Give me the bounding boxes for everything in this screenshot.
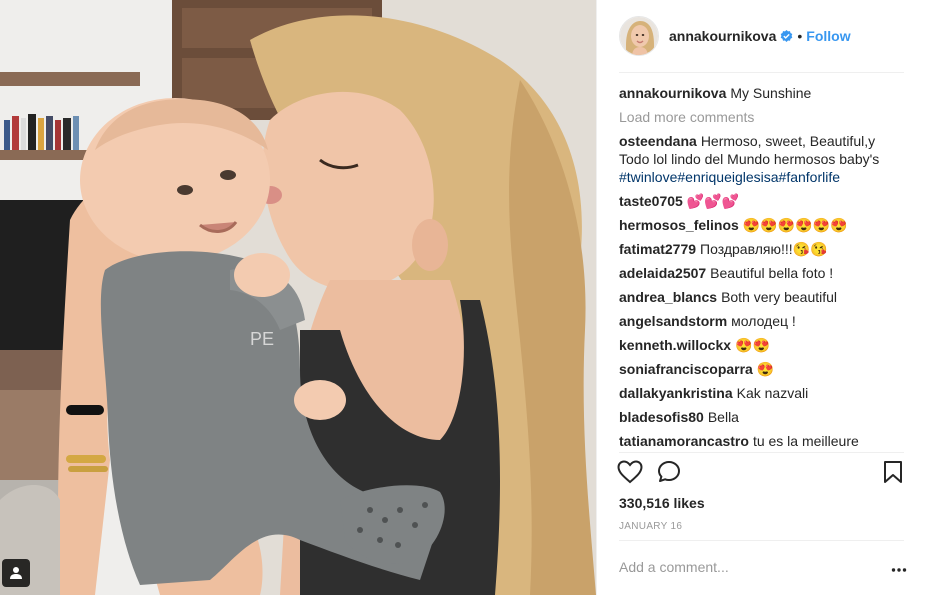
comment-item: angelsandstorm молодец ! bbox=[619, 312, 909, 330]
speech-bubble-icon[interactable] bbox=[657, 460, 681, 489]
composer-divider bbox=[619, 540, 904, 541]
comment-username[interactable]: soniafranciscoparra bbox=[619, 361, 753, 377]
author-username[interactable]: annakournikova bbox=[669, 28, 776, 44]
comment-item: kenneth.willockx 😍😍 bbox=[619, 336, 909, 354]
caption: annakournikova My Sunshine bbox=[619, 84, 909, 102]
follow-button[interactable]: Follow bbox=[806, 28, 850, 44]
comment-item: dallakyankristina Kak nazvali bbox=[619, 384, 909, 402]
action-bar bbox=[617, 460, 907, 488]
comment-username[interactable]: adelaida2507 bbox=[619, 265, 706, 281]
comment-text: 😍😍 bbox=[735, 337, 770, 353]
comment-username[interactable]: andrea_blancs bbox=[619, 289, 717, 305]
actions-divider bbox=[619, 452, 904, 453]
comment-username[interactable]: bladesofis80 bbox=[619, 409, 704, 425]
comment-username[interactable]: dallakyankristina bbox=[619, 385, 733, 401]
comment-username[interactable]: fatimat2779 bbox=[619, 241, 696, 257]
post-side-panel: annakournikova • Follow annakournikova My… bbox=[596, 0, 926, 595]
ellipsis-icon[interactable] bbox=[891, 562, 907, 572]
comment-text: 😍😍😍😍😍😍 bbox=[742, 217, 848, 233]
comment-username[interactable]: hermosos_felinos bbox=[619, 217, 739, 233]
comment-item: adelaida2507 Beautiful bella foto ! bbox=[619, 264, 909, 282]
comment-username[interactable]: annakournikova bbox=[619, 85, 726, 101]
likes-count[interactable]: 330,516 likes bbox=[619, 495, 705, 511]
comment-item: fatimat2779 Поздравляю!!!😘😘 bbox=[619, 240, 909, 258]
comment-text: 😍 bbox=[756, 361, 775, 377]
post-header: annakournikova • Follow bbox=[597, 0, 926, 72]
comment-item: tatianamorancastro tu es la meilleure bbox=[619, 432, 909, 450]
add-comment-input[interactable] bbox=[619, 552, 869, 582]
tagged-users-icon[interactable] bbox=[2, 559, 30, 587]
comment-text: Beautiful bella foto ! bbox=[710, 265, 834, 281]
comment-item: andrea_blancs Both very beautiful bbox=[619, 288, 909, 306]
post-image: PE bbox=[0, 0, 596, 595]
bookmark-icon[interactable] bbox=[883, 460, 903, 489]
comment-username[interactable]: taste0705 bbox=[619, 193, 683, 209]
heart-outline-icon[interactable] bbox=[617, 460, 643, 489]
comment-text: tu es la meilleure bbox=[752, 433, 859, 449]
header-separator: • bbox=[797, 28, 803, 44]
comment-text: Both very beautiful bbox=[721, 289, 838, 305]
comment-item: taste0705 💕💕💕 bbox=[619, 192, 909, 210]
comment-hashtags-link[interactable]: #twinlove#enriqueiglesisa#fanforlife bbox=[619, 169, 840, 185]
comment-item: hermosos_felinos 😍😍😍😍😍😍 bbox=[619, 216, 909, 234]
comment-text: 💕💕💕 bbox=[686, 193, 740, 209]
comment-username[interactable]: angelsandstorm bbox=[619, 313, 727, 329]
comment-item: osteendana Hermoso, sweet, Beautiful,y To… bbox=[619, 132, 909, 186]
comment-text: Bella bbox=[707, 409, 739, 425]
header-divider bbox=[619, 72, 904, 73]
author-avatar[interactable] bbox=[619, 16, 659, 56]
comment-text: Kak nazvali bbox=[736, 385, 809, 401]
svg-text:PE: PE bbox=[250, 329, 274, 349]
comment-text: молодец ! bbox=[731, 313, 796, 329]
post-photo[interactable]: PE bbox=[0, 0, 596, 595]
comment-item: bladesofis80 Bella bbox=[619, 408, 909, 426]
comment-username[interactable]: osteendana bbox=[619, 133, 697, 149]
comments-list: annakournikova My Sunshine Load more comm… bbox=[619, 84, 909, 450]
verified-badge-icon bbox=[780, 29, 793, 43]
comment-text: Поздравляю!!!😘😘 bbox=[700, 241, 828, 257]
post-date[interactable]: JANUARY 16 bbox=[619, 521, 682, 532]
comment-item: soniafranciscoparra 😍 bbox=[619, 360, 909, 378]
comment-username[interactable]: tatianamorancastro bbox=[619, 433, 749, 449]
comment-username[interactable]: kenneth.willockx bbox=[619, 337, 731, 353]
comment-text: My Sunshine bbox=[730, 85, 812, 101]
load-more-comments-button[interactable]: Load more comments bbox=[619, 108, 909, 126]
